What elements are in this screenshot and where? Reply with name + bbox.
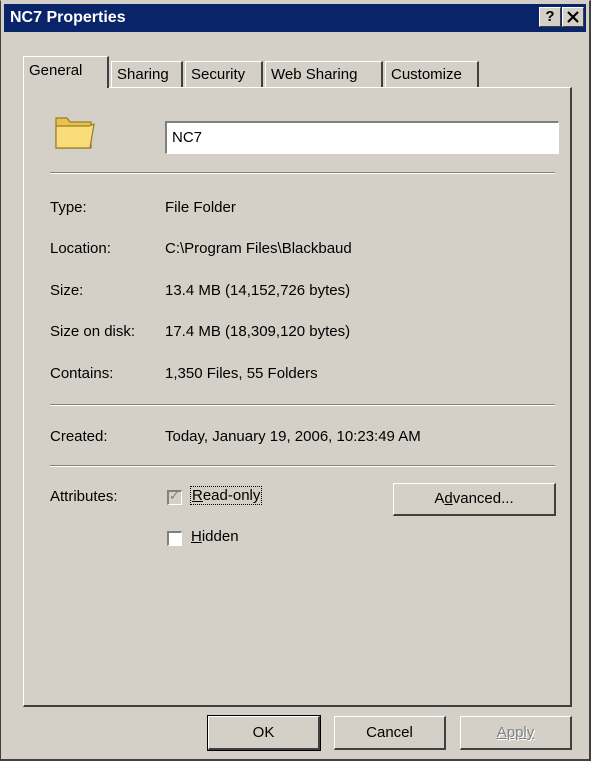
cancel-button[interactable]: Cancel — [334, 716, 446, 750]
created-value: Today, January 19, 2006, 10:23:49 AM — [165, 428, 421, 445]
attributes-label: Attributes: — [50, 488, 118, 505]
type-value: File Folder — [165, 199, 236, 216]
created-label: Created: — [50, 428, 108, 445]
read-only-label[interactable]: Read-only — [190, 486, 263, 505]
tab-security[interactable]: Security — [185, 61, 263, 87]
size-label: Size: — [50, 282, 84, 299]
properties-dialog: NC7 Properties ? General Sharing Securit… — [0, 0, 591, 761]
location-label: Location: — [50, 240, 111, 257]
tab-customize[interactable]: Customize — [385, 61, 479, 87]
tab-web-sharing[interactable]: Web Sharing — [265, 61, 383, 87]
close-button[interactable] — [562, 7, 584, 27]
hidden-checkbox[interactable] — [167, 531, 182, 546]
close-icon — [567, 11, 579, 23]
hidden-label[interactable]: Hidden — [191, 528, 239, 545]
location-value: C:\Program Files\Blackbaud — [165, 240, 352, 257]
title-bar[interactable]: NC7 Properties ? — [4, 4, 586, 32]
size-on-disk-value: 17.4 MB (18,309,120 bytes) — [165, 323, 351, 340]
size-value: 13.4 MB (14,152,726 bytes) — [165, 282, 351, 299]
general-tab-panel: NC7 Type: File Folder Location: C:\Progr… — [23, 87, 572, 707]
window-title: NC7 Properties — [10, 9, 126, 26]
tab-sharing[interactable]: Sharing — [111, 61, 183, 87]
separator — [50, 404, 555, 406]
type-label: Type: — [50, 199, 87, 216]
read-only-checkbox[interactable]: ✓ — [167, 488, 182, 505]
advanced-button[interactable]: Advanced... — [393, 483, 556, 516]
separator — [50, 172, 555, 174]
size-on-disk-label: Size on disk: — [50, 323, 136, 340]
apply-button[interactable]: Apply — [460, 716, 572, 750]
help-button[interactable]: ? — [539, 7, 561, 27]
folder-icon — [55, 117, 95, 149]
contains-value: 1,350 Files, 55 Folders — [165, 365, 318, 382]
tab-general[interactable]: General — [23, 56, 109, 88]
checkmark-icon: ✓ — [169, 488, 180, 503]
folder-name-input[interactable]: NC7 — [165, 121, 559, 154]
contains-label: Contains: — [50, 365, 114, 382]
ok-button[interactable]: OK — [207, 715, 321, 751]
separator — [50, 465, 555, 467]
